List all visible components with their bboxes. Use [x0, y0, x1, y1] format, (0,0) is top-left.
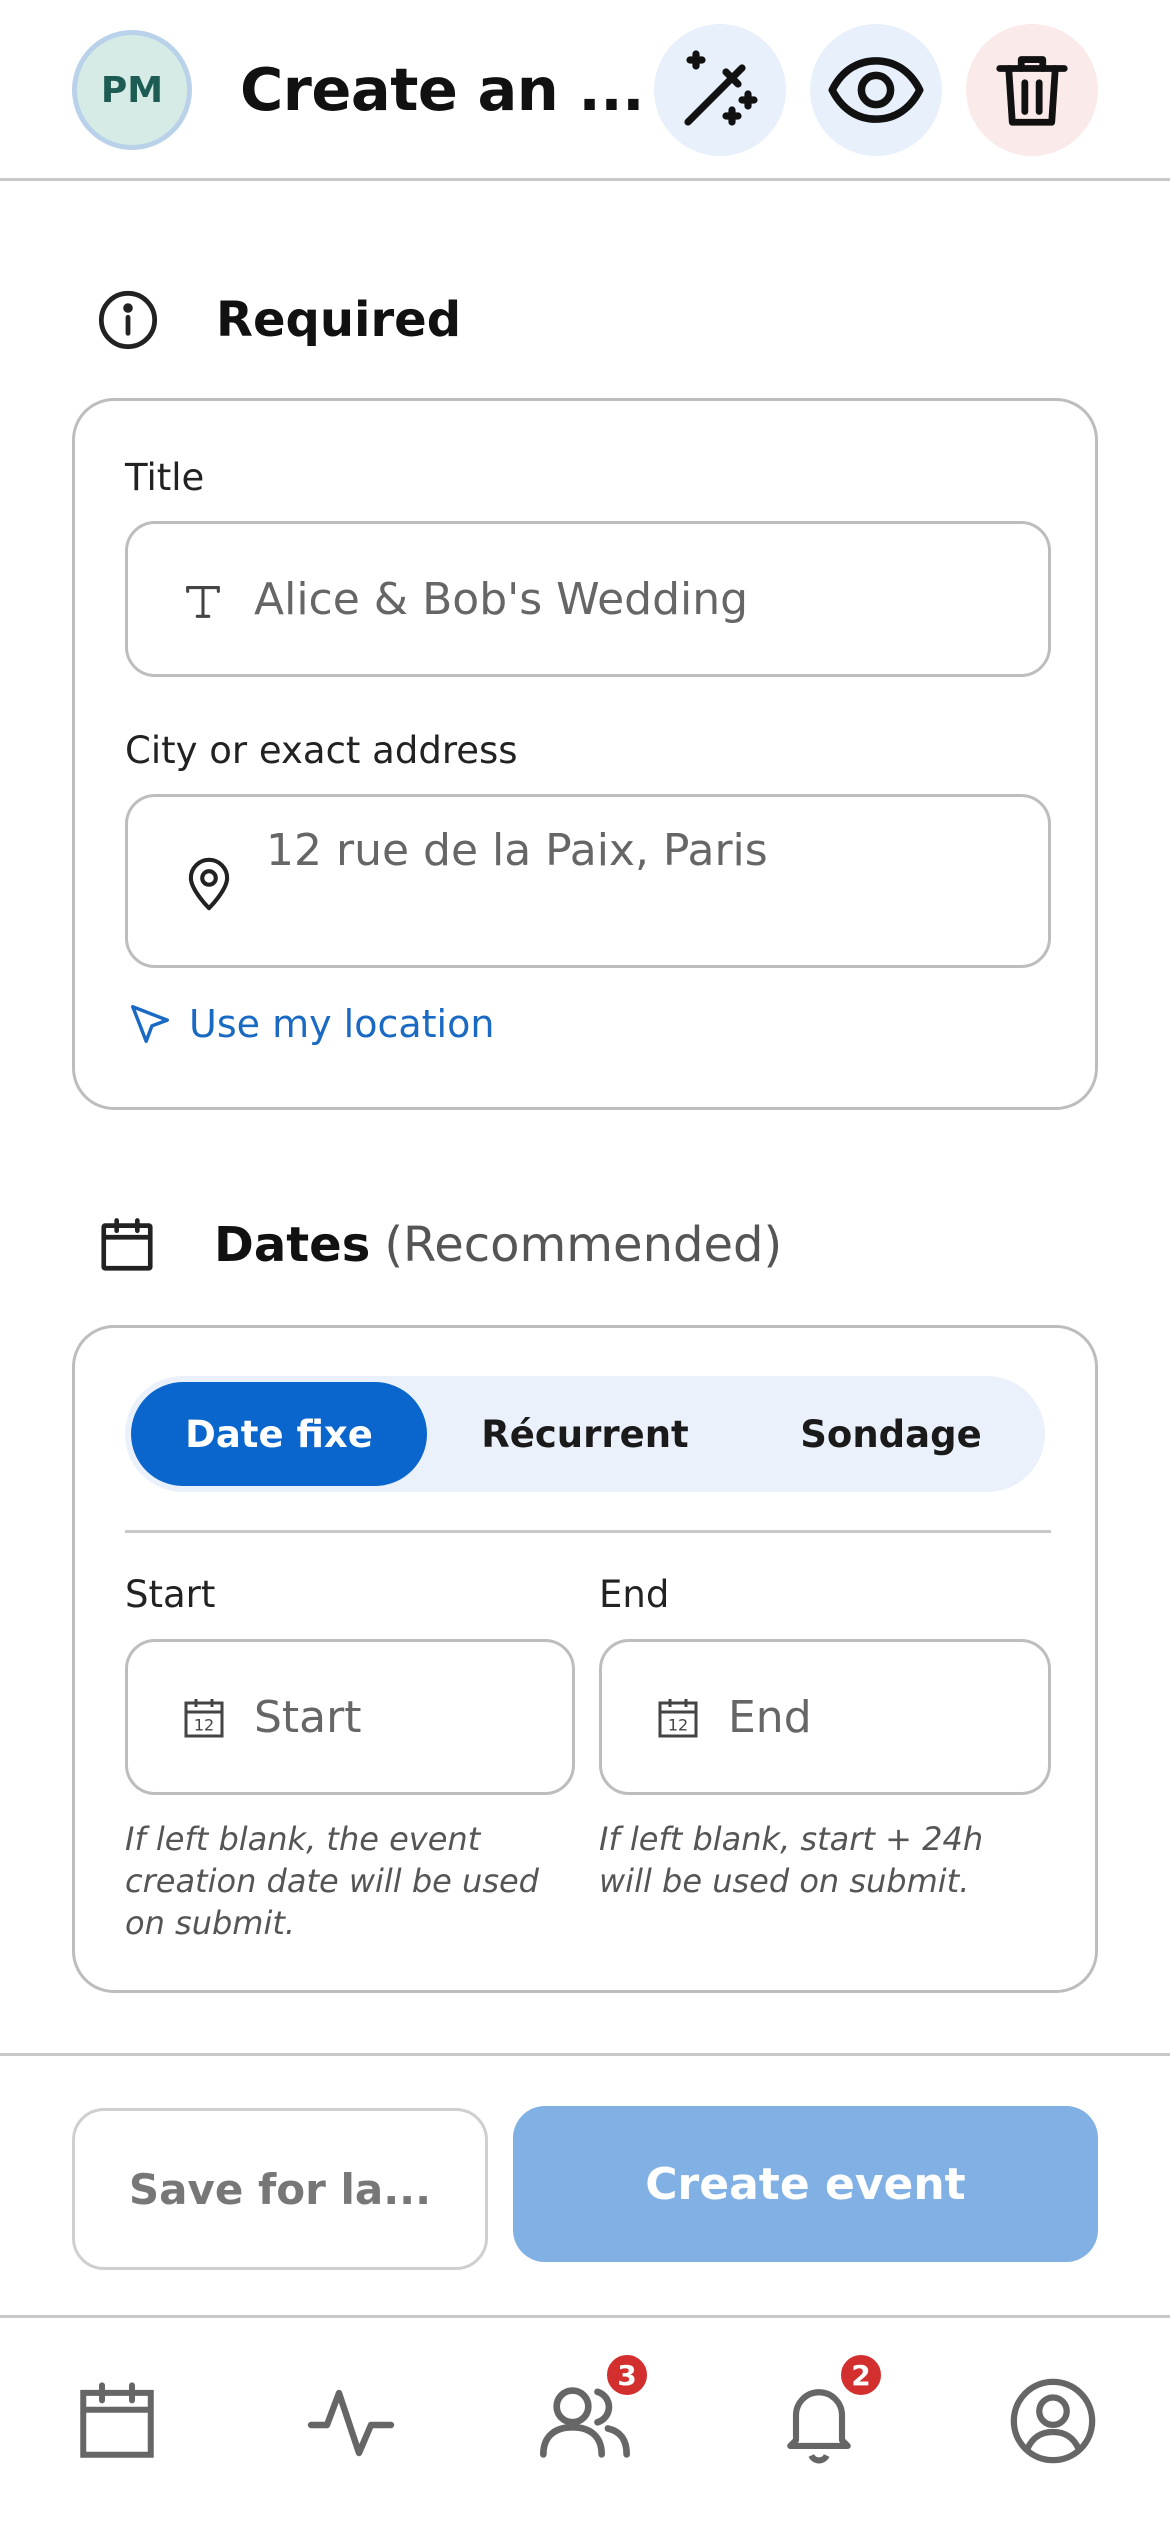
profile-icon	[1010, 2378, 1096, 2464]
start-date-field[interactable]: 12 Start	[125, 1639, 575, 1795]
calendar-day-text: 12	[668, 1715, 688, 1734]
address-placeholder: 12 rue de la Paix, Paris	[266, 825, 768, 876]
nav-calendar[interactable]	[62, 2366, 172, 2476]
map-pin-icon	[188, 857, 230, 911]
navigation-arrow-icon	[131, 1005, 169, 1043]
magic-wand-icon	[684, 50, 758, 126]
dates-section-header: Dates (Recommended)	[96, 1214, 782, 1276]
top-bar: PM Create an ...	[0, 0, 1170, 181]
avatar[interactable]: PM	[72, 30, 192, 150]
action-bar: Save for la... Create event	[0, 2053, 1170, 2318]
calendar-date-icon: 12	[184, 1699, 224, 1738]
eye-icon	[828, 57, 924, 123]
start-label: Start	[125, 1573, 216, 1616]
end-label: End	[599, 1573, 670, 1616]
dates-heading-note: (Recommended)	[384, 1217, 783, 1273]
nav-notifications[interactable]: 2	[764, 2352, 884, 2476]
nav-profile[interactable]	[998, 2366, 1108, 2476]
activity-icon	[307, 2389, 395, 2457]
use-location-link[interactable]: Use my location	[127, 1001, 494, 1047]
preview-button[interactable]	[810, 24, 942, 156]
nav-activity[interactable]	[296, 2366, 406, 2476]
create-event-button[interactable]: Create event	[513, 2106, 1098, 2262]
required-heading: Required	[216, 292, 462, 348]
date-mode-selector: Date fixe Récurrent Sondage	[125, 1376, 1045, 1492]
end-date-field[interactable]: 12 End	[599, 1639, 1051, 1795]
use-location-label: Use my location	[189, 1002, 495, 1046]
title-field[interactable]: Alice & Bob's Wedding	[125, 521, 1051, 677]
tab-sondage[interactable]: Sondage	[743, 1376, 1039, 1492]
trash-icon	[996, 56, 1068, 126]
end-placeholder: End	[728, 1692, 812, 1743]
tab-recurrent[interactable]: Récurrent	[437, 1376, 733, 1492]
bottom-nav: 3 2	[0, 2318, 1170, 2532]
calendar-date-icon: 12	[658, 1699, 698, 1738]
start-placeholder: Start	[254, 1692, 362, 1743]
dates-divider	[125, 1530, 1051, 1533]
dates-card: Date fixe Récurrent Sondage Start End 12…	[72, 1325, 1098, 1993]
people-badge: 3	[604, 2352, 650, 2398]
title-label: Title	[125, 456, 205, 499]
notifications-badge: 2	[838, 2352, 884, 2398]
page-title: Create an ...	[240, 55, 645, 124]
text-icon	[186, 586, 220, 618]
magic-wand-button[interactable]	[654, 24, 786, 156]
tab-date-fixe[interactable]: Date fixe	[131, 1382, 427, 1486]
nav-people[interactable]: 3	[530, 2352, 650, 2476]
save-for-later-button[interactable]: Save for la...	[72, 2108, 488, 2270]
address-label: City or exact address	[125, 729, 518, 772]
calendar-day-text: 12	[194, 1715, 214, 1734]
address-field[interactable]: 12 rue de la Paix, Paris	[125, 794, 1051, 968]
title-placeholder: Alice & Bob's Wedding	[254, 574, 749, 625]
end-hint: If left blank, start + 24h will be used …	[599, 1820, 984, 1900]
info-icon	[98, 290, 158, 350]
start-hint: If left blank, the event creation date w…	[125, 1820, 539, 1942]
required-card: Title Alice & Bob's Wedding City or exac…	[72, 398, 1098, 1110]
required-section-header: Required	[96, 288, 461, 352]
calendar-icon	[101, 1218, 153, 1271]
delete-button[interactable]	[966, 24, 1098, 156]
dates-heading: Dates	[214, 1217, 371, 1273]
calendar-icon	[80, 2382, 154, 2458]
